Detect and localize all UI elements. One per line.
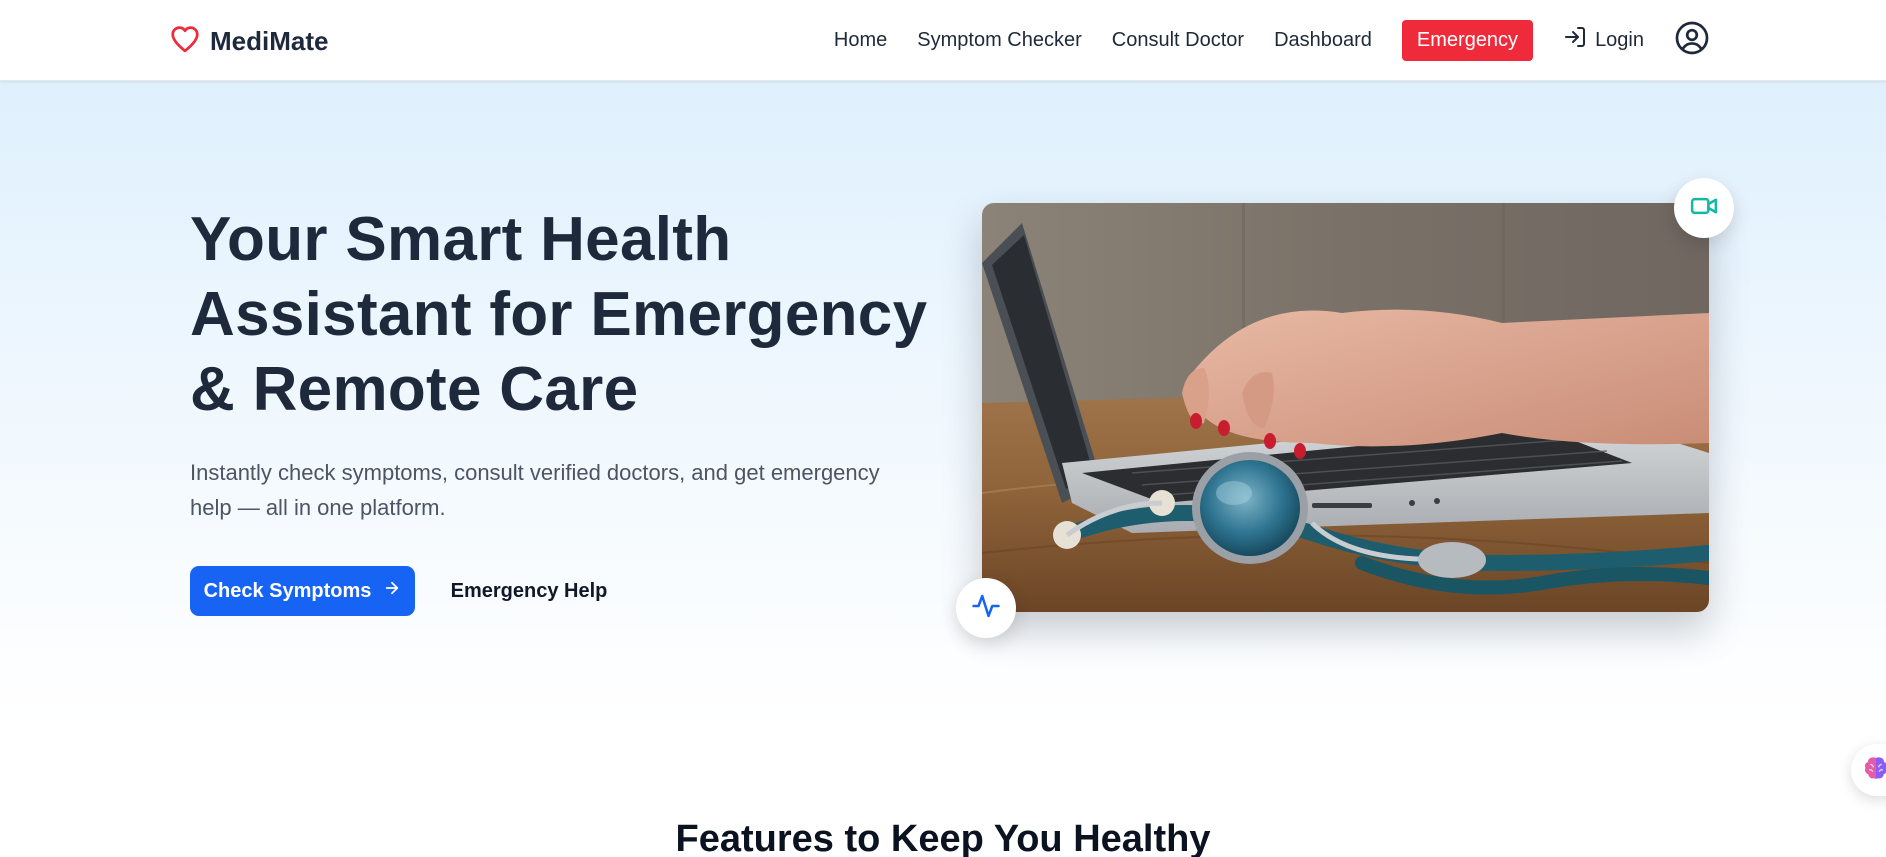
top-navbar: MediMate Home Symptom Checker Consult Do…	[0, 0, 1886, 81]
video-call-badge	[1674, 178, 1734, 238]
login-icon	[1563, 25, 1587, 55]
ai-assistant-floating-button[interactable]	[1851, 744, 1886, 796]
brand-name: MediMate	[210, 25, 329, 56]
heart-icon	[170, 25, 200, 58]
nav-consult-doctor[interactable]: Consult Doctor	[1112, 29, 1244, 52]
login-label: Login	[1595, 28, 1644, 51]
check-symptoms-button[interactable]: Check Symptoms	[190, 566, 415, 616]
user-avatar-button[interactable]	[1674, 20, 1710, 61]
heart-rate-badge	[956, 578, 1016, 638]
nav-dashboard[interactable]: Dashboard	[1274, 29, 1372, 52]
hero-image-laptop-stethoscope	[982, 203, 1709, 612]
login-link[interactable]: Login	[1563, 25, 1644, 55]
emergency-help-button[interactable]: Emergency Help	[436, 566, 622, 616]
features-section-title: Features to Keep You Healthy	[675, 818, 1211, 857]
hero-section: Your Smart Health Assistant for Emergenc…	[0, 81, 1886, 721]
user-circle-icon	[1674, 20, 1710, 61]
activity-pulse-icon	[971, 591, 1001, 626]
video-camera-icon	[1689, 191, 1719, 226]
arrow-right-icon	[383, 579, 401, 603]
nav-home[interactable]: Home	[834, 29, 887, 52]
hero-subtitle: Instantly check symptoms, consult verifi…	[190, 460, 880, 520]
brain-icon	[1861, 753, 1886, 788]
main-nav: Home Symptom Checker Consult Doctor Dash…	[834, 18, 1710, 62]
hero-title: Your Smart Health Assistant for Emergenc…	[190, 205, 928, 424]
brand-logo-link[interactable]: MediMate	[170, 24, 328, 58]
check-symptoms-label: Check Symptoms	[203, 579, 372, 602]
nav-symptom-checker[interactable]: Symptom Checker	[917, 29, 1082, 52]
emergency-button[interactable]: Emergency	[1401, 19, 1534, 61]
